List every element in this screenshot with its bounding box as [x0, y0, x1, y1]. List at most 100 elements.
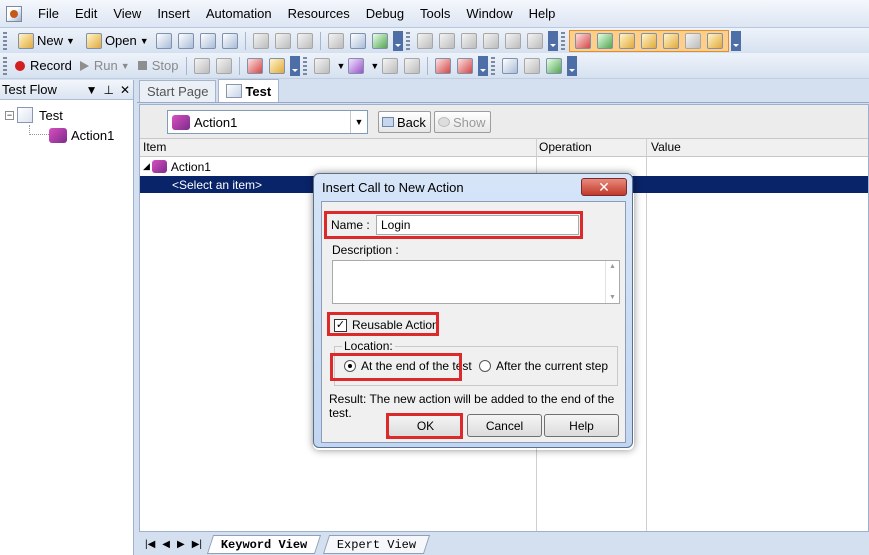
help-button[interactable]: Help [544, 414, 619, 437]
record-button[interactable]: Record [11, 55, 76, 77]
test-flow-pane-icon[interactable] [574, 32, 591, 49]
checkpoint-icon[interactable] [269, 57, 286, 74]
back-button[interactable]: Back [378, 111, 431, 133]
data-table-icon[interactable] [640, 32, 657, 49]
insert-step-dropdown-icon[interactable]: ▼ [336, 61, 345, 71]
open-button[interactable]: Open ▼ [79, 30, 153, 52]
pane-menu-icon[interactable]: ▼ [86, 83, 98, 97]
copy-icon[interactable] [274, 32, 291, 49]
description-scrollbar[interactable]: ▲ ▼ [605, 261, 619, 303]
collapse-icon[interactable]: ◢ [143, 161, 150, 172]
scroll-down-icon[interactable]: ▼ [609, 294, 616, 301]
print-preview-icon[interactable] [199, 32, 216, 49]
column-operation[interactable]: Operation [539, 140, 592, 154]
first-tab-icon[interactable]: |◀ [145, 539, 155, 550]
close-button[interactable]: ✕ [581, 178, 627, 196]
insert-action-dropdown-icon[interactable]: ▼ [370, 61, 379, 71]
scroll-up-icon[interactable]: ▲ [609, 263, 616, 270]
column-divider[interactable] [646, 139, 647, 531]
toolbar-grip[interactable] [491, 56, 496, 75]
menu-window[interactable]: Window [458, 0, 520, 28]
chevron-down-icon[interactable]: ▼ [350, 111, 367, 133]
app-icon[interactable] [6, 5, 22, 22]
pointer-icon[interactable] [216, 57, 233, 74]
tree-node-action1[interactable]: Action1 [0, 125, 133, 145]
print-icon[interactable] [221, 32, 238, 49]
step-into-icon[interactable] [435, 57, 452, 74]
undo-icon[interactable] [416, 32, 433, 49]
list-view-icon[interactable] [502, 57, 519, 74]
cut-icon[interactable] [252, 32, 269, 49]
last-tab-icon[interactable]: ▶| [192, 539, 202, 550]
redo-icon[interactable] [438, 32, 455, 49]
open-dropdown-icon[interactable]: ▼ [140, 36, 149, 46]
menu-debug[interactable]: Debug [358, 0, 412, 28]
new-dropdown-icon[interactable]: ▼ [66, 36, 75, 46]
menu-automation[interactable]: Automation [198, 0, 280, 28]
toolbar-grip[interactable] [3, 31, 7, 50]
toolbar-grip[interactable] [560, 31, 565, 50]
pin-icon[interactable]: ⊥ [103, 83, 113, 97]
debug-viewer-icon[interactable] [662, 32, 679, 49]
menu-edit[interactable]: Edit [67, 0, 105, 28]
show-button[interactable]: Show [434, 111, 491, 133]
breakpoint-icon[interactable] [247, 57, 264, 74]
action-selector[interactable]: Action1 ▼ [167, 110, 368, 134]
toolbar-overflow-icon[interactable] [392, 30, 403, 51]
column-value[interactable]: Value [651, 140, 681, 154]
tree-node-test[interactable]: − Test [0, 105, 133, 125]
tab-test[interactable]: Test [218, 79, 280, 102]
previous-tab-icon[interactable]: ◀ [162, 539, 170, 550]
calculator-icon[interactable] [349, 32, 366, 49]
toolbar-grip[interactable] [405, 31, 410, 50]
insert-action-icon[interactable] [348, 57, 365, 74]
zoom-out-icon[interactable] [482, 32, 499, 49]
toolbar-overflow-icon[interactable] [478, 55, 489, 76]
radio-after-current-step[interactable]: After the current step [479, 359, 608, 373]
menu-insert[interactable]: Insert [149, 0, 198, 28]
object-repository-icon[interactable] [684, 32, 701, 49]
menu-tools[interactable]: Tools [412, 0, 458, 28]
available-keywords-icon[interactable] [618, 32, 635, 49]
save-icon[interactable] [155, 32, 172, 49]
tab-keyword-view[interactable]: Keyword View [206, 534, 322, 554]
toolbar-overflow-icon[interactable] [290, 55, 301, 76]
tab-expert-view[interactable]: Expert View [323, 534, 431, 554]
toolbar-overflow-icon[interactable] [547, 30, 558, 51]
run-button[interactable]: Run ▼ [76, 55, 134, 77]
run-dropdown-icon[interactable]: ▼ [121, 61, 130, 71]
step-out-icon[interactable] [457, 57, 474, 74]
stop-button[interactable]: Stop [134, 55, 183, 77]
toolbar-overflow-icon[interactable] [567, 55, 578, 76]
menu-help[interactable]: Help [521, 0, 564, 28]
description-textarea[interactable]: ▲ ▼ [332, 260, 620, 304]
close-icon[interactable]: ✕ [120, 83, 130, 97]
font-icon[interactable] [526, 32, 543, 49]
find-replace-icon[interactable] [504, 32, 521, 49]
collapse-icon[interactable]: − [5, 110, 14, 120]
step-icon[interactable] [194, 57, 211, 74]
zoom-in-icon[interactable] [460, 32, 477, 49]
find-icon[interactable] [371, 32, 388, 49]
dialog-title-bar[interactable]: Insert Call to New Action ✕ [314, 174, 632, 201]
edit-icon[interactable] [327, 32, 344, 49]
toolbar-overflow-icon[interactable] [730, 30, 741, 51]
function-icon[interactable] [404, 57, 421, 74]
active-screen-icon[interactable] [706, 32, 723, 49]
resources-pane-icon[interactable] [596, 32, 613, 49]
save-all-icon[interactable] [177, 32, 194, 49]
insert-step-icon[interactable] [314, 57, 331, 74]
toolbar-grip[interactable] [3, 56, 7, 75]
radio-unselected-icon[interactable] [479, 360, 491, 372]
column-item[interactable]: Item [143, 140, 166, 154]
next-tab-icon[interactable]: ▶ [177, 539, 185, 550]
new-button[interactable]: New ▼ [11, 30, 79, 52]
toolbar-grip[interactable] [303, 56, 308, 75]
menu-resources[interactable]: Resources [280, 0, 358, 28]
export-icon[interactable] [546, 57, 563, 74]
cancel-button[interactable]: Cancel [467, 414, 542, 437]
menu-file[interactable]: File [30, 0, 67, 28]
tools-icon[interactable] [382, 57, 399, 74]
menu-view[interactable]: View [105, 0, 149, 28]
print-report-icon[interactable] [524, 57, 541, 74]
